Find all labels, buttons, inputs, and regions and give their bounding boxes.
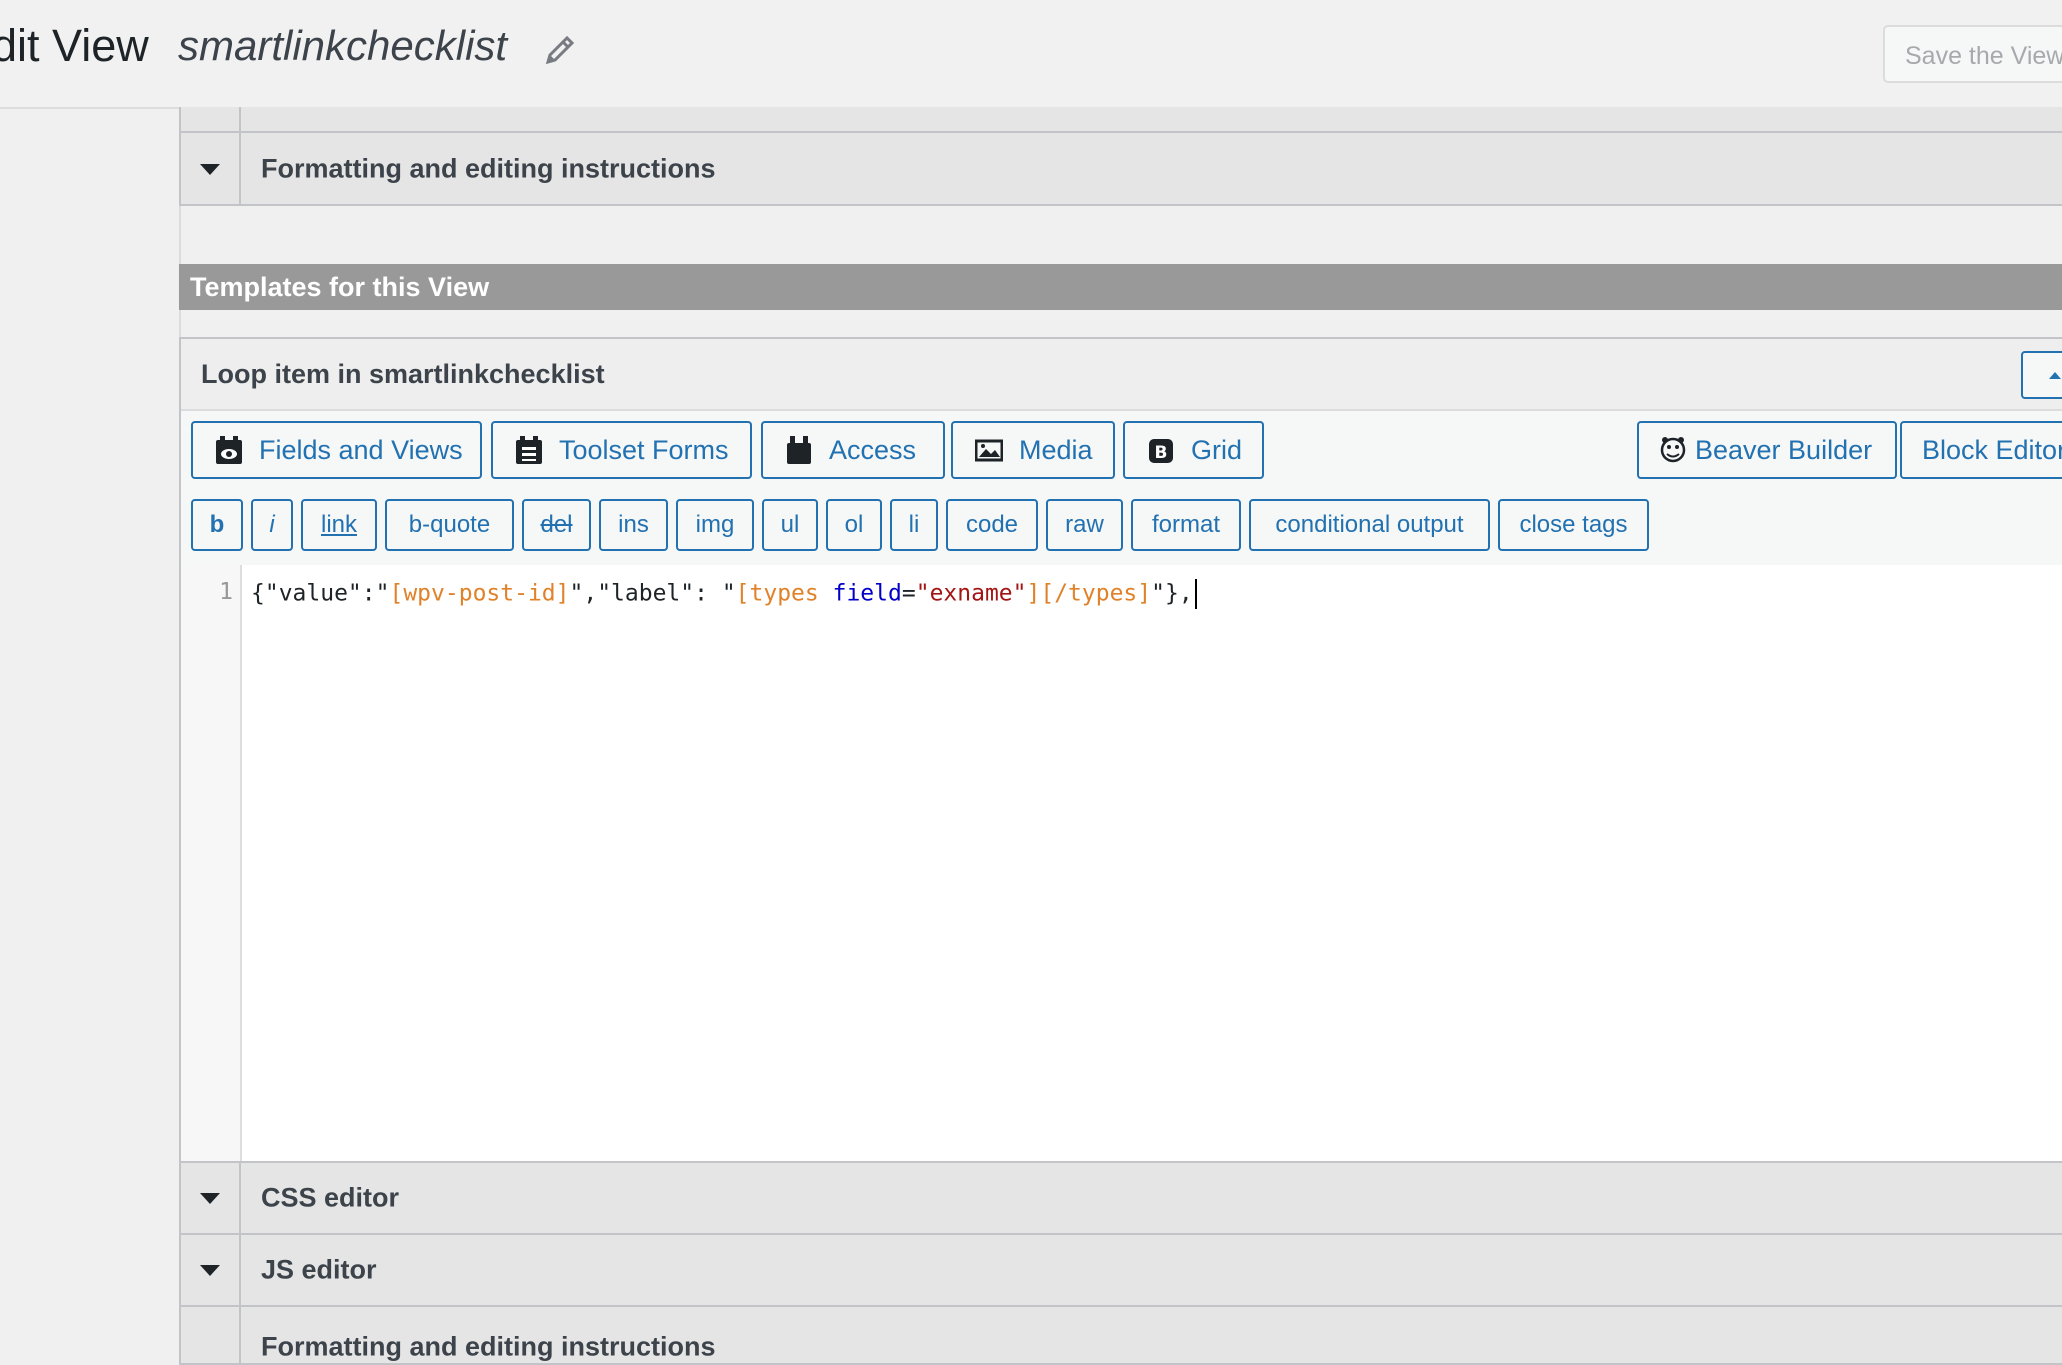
fields-and-views-label: Fields and Views bbox=[259, 434, 463, 465]
css-editor-label: CSS editor bbox=[261, 1182, 400, 1213]
lock-icon bbox=[787, 436, 811, 464]
code-token-attribute: field bbox=[832, 580, 902, 607]
collapse-button[interactable] bbox=[2021, 351, 2062, 399]
js-editor-label: JS editor bbox=[261, 1254, 377, 1285]
triangle-down-icon bbox=[200, 1265, 220, 1276]
line-number-gutter: 1 bbox=[181, 565, 242, 1162]
formatting-instructions-bottom-label: Formatting and editing instructions bbox=[261, 1331, 716, 1362]
block-editor-button[interactable]: Block Editor bbox=[1900, 421, 2062, 479]
code-token-shortcode: [wpv-post-id] bbox=[389, 580, 570, 607]
toolset-forms-label: Toolset Forms bbox=[559, 434, 729, 465]
qt-li-button[interactable]: li bbox=[890, 499, 938, 551]
accordion-gutter bbox=[181, 133, 241, 204]
code-token-string: "exname" bbox=[915, 580, 1027, 607]
templates-section-header: Templates for this View bbox=[179, 264, 2062, 310]
toolset-forms-button[interactable]: Toolset Forms bbox=[491, 421, 752, 479]
code-token: "}, bbox=[1151, 580, 1193, 607]
code-token: = bbox=[901, 580, 916, 607]
qt-format-button[interactable]: format bbox=[1131, 499, 1241, 551]
qt-ol-button[interactable]: ol bbox=[826, 499, 882, 551]
beaver-builder-button[interactable]: Beaver Builder bbox=[1637, 421, 1897, 479]
code-token: {"value":" bbox=[251, 580, 390, 607]
editor-toolbar: Fields and Views Toolset Forms Access Me… bbox=[181, 411, 2062, 491]
forms-icon bbox=[516, 436, 542, 464]
beaver-builder-label: Beaver Builder bbox=[1695, 434, 1873, 465]
grid-button[interactable]: B Grid bbox=[1123, 421, 1264, 479]
media-button[interactable]: Media bbox=[951, 421, 1115, 479]
css-editor-toggle[interactable]: CSS editor bbox=[179, 1161, 2062, 1235]
access-label: Access bbox=[829, 434, 917, 465]
access-button[interactable]: Access bbox=[761, 421, 945, 479]
qt-del-button[interactable]: del bbox=[522, 499, 591, 551]
accordion-gutter bbox=[181, 1307, 241, 1363]
grid-label: Grid bbox=[1191, 434, 1243, 465]
pencil-icon[interactable] bbox=[540, 30, 580, 70]
qt-bold-button[interactable]: b bbox=[191, 499, 243, 551]
code-editor[interactable]: 1 {"value":"[wpv-post-id]","label": "[ty… bbox=[181, 565, 2062, 1162]
qt-close-tags-button[interactable]: close tags bbox=[1498, 499, 1649, 551]
qt-link-button[interactable]: link bbox=[301, 499, 377, 551]
code-token: ","label": " bbox=[569, 580, 736, 607]
formatting-instructions-label: Formatting and editing instructions bbox=[261, 153, 716, 183]
qt-ul-button[interactable]: ul bbox=[762, 499, 818, 551]
qt-italic-button[interactable]: i bbox=[251, 499, 293, 551]
chevron-up-icon bbox=[2049, 372, 2061, 379]
qt-conditional-output-button[interactable]: conditional output bbox=[1249, 499, 1490, 551]
eye-badge-icon bbox=[216, 436, 242, 464]
quicktags-toolbar: b i link b-quote del ins img ul ol li co… bbox=[181, 489, 2062, 567]
accordion-gutter bbox=[181, 1235, 241, 1305]
qt-code-button[interactable]: code bbox=[946, 499, 1038, 551]
formatting-instructions-bottom-toggle[interactable]: Formatting and editing instructions bbox=[179, 1305, 2062, 1365]
qt-raw-button[interactable]: raw bbox=[1046, 499, 1123, 551]
page-title: dit View bbox=[0, 20, 149, 71]
js-editor-toggle[interactable]: JS editor bbox=[179, 1233, 2062, 1307]
accordion-gutter bbox=[181, 1163, 241, 1233]
beaver-icon bbox=[1660, 437, 1686, 463]
code-token-shortcode: ][/types] bbox=[1026, 580, 1152, 607]
triangle-down-icon bbox=[200, 1193, 220, 1204]
view-name[interactable]: smartlinkchecklist bbox=[178, 22, 507, 70]
bootstrap-icon: B bbox=[1149, 439, 1173, 463]
page-header: dit View smartlinkchecklist Save the Vie… bbox=[0, 0, 2062, 109]
line-number: 1 bbox=[219, 579, 233, 605]
qt-bquote-button[interactable]: b-quote bbox=[385, 499, 514, 551]
svg-text:B: B bbox=[1155, 443, 1168, 463]
panel-title: Loop item in smartlinkchecklist bbox=[201, 359, 605, 389]
code-token-shortcode: [types bbox=[735, 580, 833, 607]
save-view-button[interactable]: Save the View bbox=[1883, 25, 2062, 83]
image-icon bbox=[975, 439, 1003, 462]
qt-ins-button[interactable]: ins bbox=[599, 499, 668, 551]
qt-img-button[interactable]: img bbox=[676, 499, 754, 551]
media-label: Media bbox=[1019, 434, 1093, 465]
panel-header: Loop item in smartlinkchecklist bbox=[181, 339, 2062, 411]
formatting-instructions-toggle[interactable]: Formatting and editing instructions bbox=[179, 131, 2062, 206]
code-line[interactable]: {"value":"[wpv-post-id]","label": "[type… bbox=[251, 579, 1197, 609]
fields-and-views-button[interactable]: Fields and Views bbox=[191, 421, 482, 479]
triangle-down-icon bbox=[200, 163, 220, 175]
block-editor-label: Block Editor bbox=[1922, 434, 2062, 465]
text-cursor bbox=[1194, 579, 1197, 609]
